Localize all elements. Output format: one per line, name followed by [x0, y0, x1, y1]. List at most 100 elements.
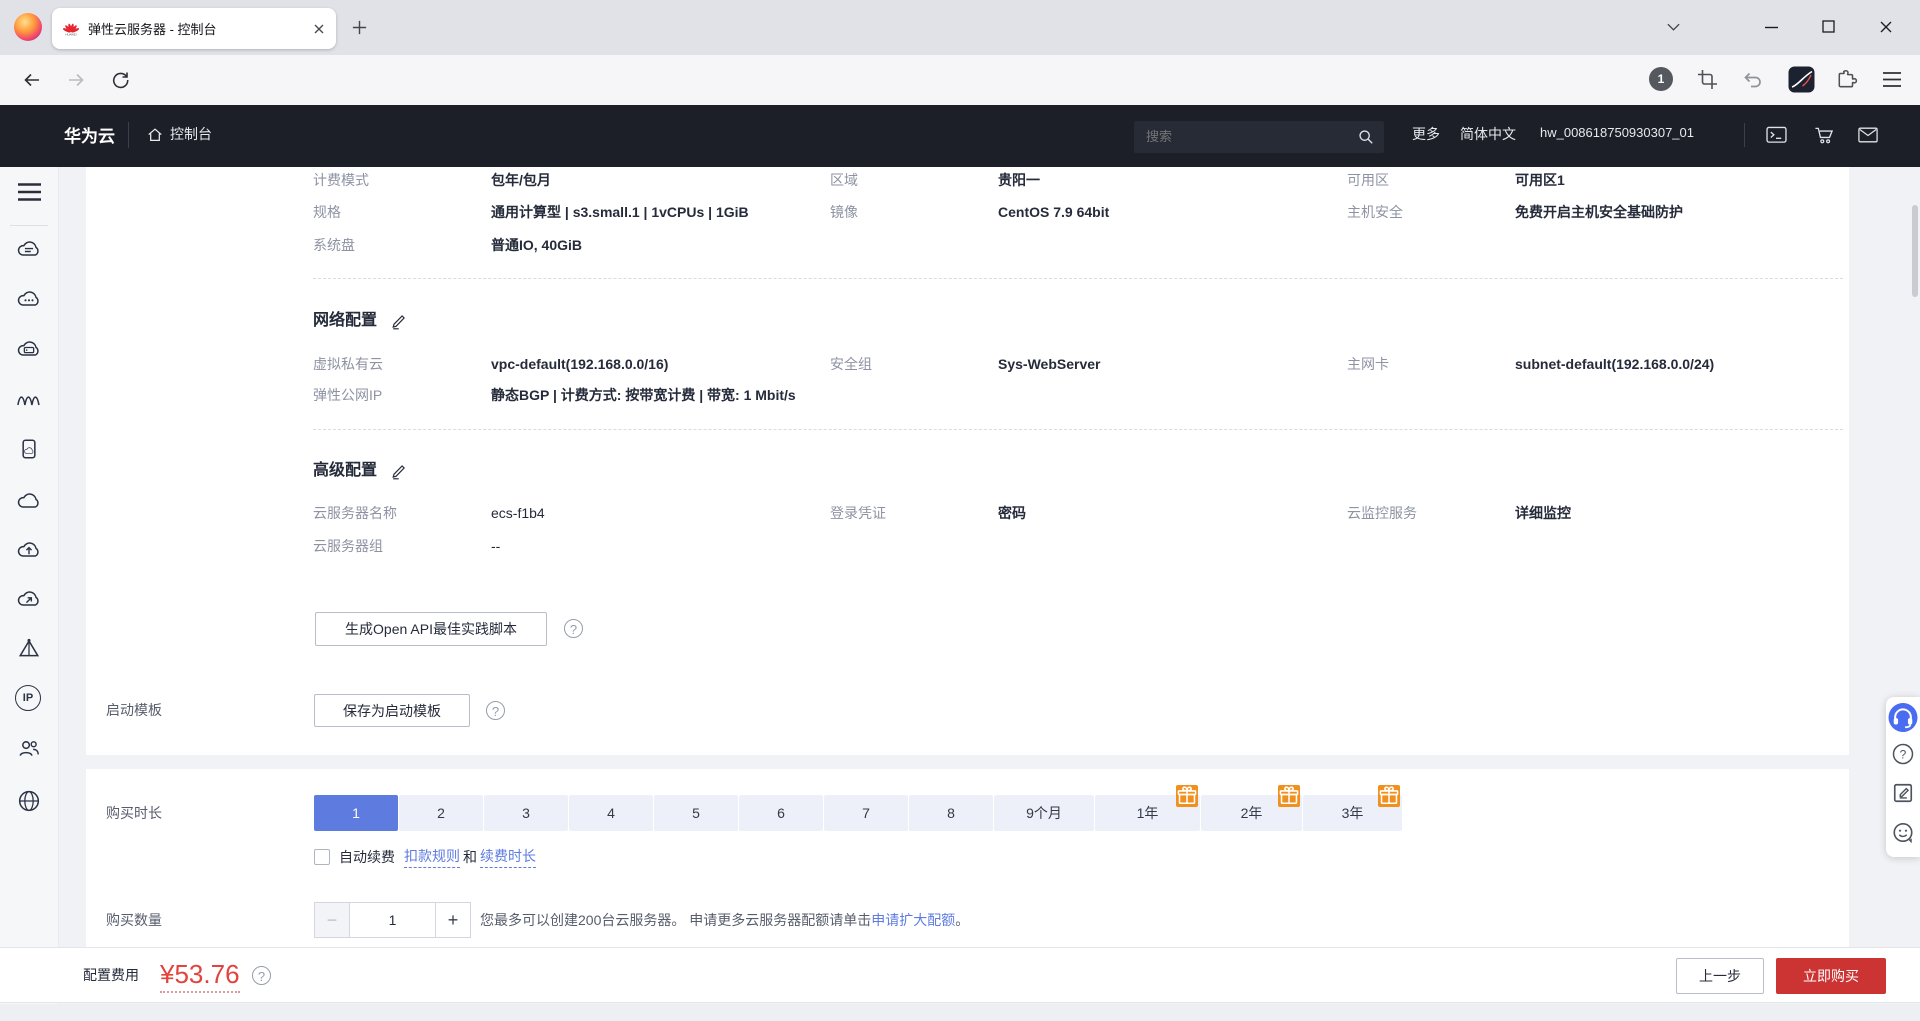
cost-help-icon[interactable]: ? — [252, 966, 271, 985]
generate-openapi-button[interactable]: 生成Open API最佳实践脚本 — [315, 612, 547, 646]
duration-option-9m[interactable]: 9个月 — [994, 795, 1094, 831]
duration-option-5m[interactable]: 5 — [654, 795, 738, 831]
browser-tab[interactable]: HUAWEI 弹性云服务器 - 控制台 — [52, 8, 336, 49]
header-search[interactable] — [1134, 121, 1384, 153]
renewal-duration-link[interactable]: 续费时长 — [480, 846, 536, 868]
edit-advanced-icon[interactable] — [390, 462, 408, 480]
save-launch-template-button[interactable]: 保存为启动模板 — [314, 694, 470, 727]
duration-option-1y[interactable]: 1年 — [1095, 785, 1200, 831]
tab-favicon-huawei: HUAWEI — [62, 21, 80, 36]
extension-badge[interactable]: 1 — [1649, 67, 1673, 91]
header-language[interactable]: 简体中文 — [1460, 124, 1516, 144]
field-value: 包年/包月 — [491, 172, 551, 188]
sidebar-item-global-network[interactable] — [15, 788, 43, 816]
field-label: 规格 — [313, 204, 341, 220]
autorenew-label: 自动续费 — [339, 849, 395, 865]
forward-icon[interactable] — [66, 70, 86, 90]
buy-now-button[interactable]: 立即购买 — [1776, 958, 1886, 994]
footer-bar: 配置费用 ¥53.76 ? 上一步 立即购买 — [0, 947, 1920, 1003]
quantity-increase-button[interactable]: + — [435, 903, 470, 937]
search-input[interactable] — [1134, 121, 1346, 151]
firefox-icon[interactable] — [14, 13, 42, 41]
quantity-input[interactable] — [350, 903, 435, 937]
cart-icon[interactable] — [1814, 126, 1834, 145]
duration-option-2m[interactable]: 2 — [399, 795, 483, 831]
console-header: HUAWEI 华为云 控制台 更多 简体中文 hw_00861875093030… — [0, 105, 1920, 242]
field-label: 云服务器组 — [313, 538, 383, 554]
duration-option-4m[interactable]: 4 — [569, 795, 653, 831]
autorenew-joiner: 和 — [463, 849, 477, 865]
duration-option-8m[interactable]: 8 — [909, 795, 993, 831]
sidebar-item-cloud-dots[interactable] — [15, 286, 43, 314]
home-icon[interactable] — [146, 126, 164, 144]
brand-name[interactable]: 华为云 — [64, 122, 115, 147]
field-value: ecs-f1b4 — [491, 505, 545, 521]
duration-label: 购买时长 — [106, 805, 162, 821]
previous-step-button[interactable]: 上一步 — [1676, 958, 1764, 994]
sidebar-item-image-service[interactable] — [15, 437, 43, 465]
sidebar-item-elastic-ip[interactable]: IP — [15, 685, 41, 711]
config-summary-card: 计费模式 包年/包月 区域 贵阳一 可用区 可用区1 规格 通用计算型 | s3… — [86, 167, 1849, 755]
scrollbar-thumb[interactable] — [1912, 205, 1918, 297]
sidebar-menu-icon[interactable] — [17, 182, 42, 202]
nav-console[interactable]: 控制台 — [170, 124, 212, 144]
field-label: 可用区 — [1347, 172, 1389, 188]
openapi-help-icon[interactable]: ? — [564, 619, 583, 638]
edit-network-icon[interactable] — [390, 312, 408, 330]
field-value: -- — [491, 538, 501, 554]
extensions-puzzle-icon[interactable] — [1836, 68, 1858, 90]
reload-icon[interactable] — [110, 70, 130, 90]
sidebar-item-identity-users[interactable] — [15, 735, 43, 763]
satisfaction-smiley-icon[interactable] — [1892, 821, 1915, 844]
header-divider-2 — [1744, 123, 1745, 147]
window-maximize-button[interactable] — [1822, 20, 1835, 33]
mail-icon[interactable] — [1858, 127, 1878, 143]
sidebar-item-auto-scaling[interactable] — [15, 386, 43, 414]
tab-close-icon[interactable] — [312, 22, 326, 36]
customer-service-icon[interactable] — [1888, 703, 1918, 732]
sidebar-item-cloud-pointer[interactable] — [15, 586, 43, 614]
gift-icon — [1176, 785, 1198, 807]
duration-option-1m[interactable]: 1 — [314, 795, 398, 831]
search-icon[interactable] — [1358, 129, 1374, 145]
duration-option-3m[interactable]: 3 — [484, 795, 568, 831]
new-tab-button[interactable] — [351, 19, 368, 36]
sidebar-item-cloud-upload[interactable] — [15, 537, 43, 565]
screen: HUAWEI 弹性云服务器 - 控制台 1 华为云 控制台 搜索 更多 简体中文… — [0, 0, 1920, 1021]
launch-template-help-icon[interactable]: ? — [486, 701, 505, 720]
autorenew-checkbox[interactable] — [314, 849, 330, 865]
menu-hamburger-icon[interactable] — [1882, 71, 1902, 88]
undo-arrow-icon[interactable] — [1742, 70, 1764, 89]
field-value: CentOS 7.9 64bit — [998, 204, 1110, 220]
header-more[interactable]: 更多 — [1412, 124, 1440, 144]
window-close-button[interactable] — [1879, 20, 1893, 34]
field-label: 计费模式 — [313, 172, 369, 188]
duration-option-2y[interactable]: 2年 — [1201, 785, 1302, 831]
window-minimize-button[interactable] — [1765, 26, 1778, 29]
quantity-label: 购买数量 — [106, 912, 162, 928]
console-terminal-icon[interactable] — [1766, 126, 1787, 144]
expand-quota-link[interactable]: 申请扩大配额 — [871, 912, 955, 928]
section-title-network: 网络配置 — [313, 312, 378, 329]
section-divider — [313, 278, 1843, 279]
sidebar-item-bare-metal-cloud[interactable] — [15, 336, 43, 364]
extension-dark-icon[interactable] — [1788, 66, 1815, 93]
help-icon[interactable]: ? — [1891, 742, 1915, 766]
quantity-decrease-button[interactable]: − — [315, 903, 350, 937]
duration-option-7m[interactable]: 7 — [824, 795, 908, 831]
back-icon[interactable] — [22, 70, 42, 90]
duration-options: 1 2 3 4 5 6 7 8 9个月 1年 2年 3年 — [314, 785, 1403, 831]
sidebar-item-elastic-cloud-server[interactable] — [15, 236, 43, 264]
duration-option-3y[interactable]: 3年 — [1303, 785, 1402, 831]
launch-template-label: 启动模板 — [106, 702, 162, 718]
sidebar-item-dedicated-host[interactable] — [15, 635, 43, 663]
screenshot-crop-icon[interactable] — [1697, 69, 1718, 90]
account-id[interactable]: hw_008618750930307_01 — [1540, 125, 1694, 140]
field-label: 主机安全 — [1347, 204, 1403, 220]
sidebar-item-plain-cloud[interactable] — [15, 488, 43, 516]
deduction-rules-link[interactable]: 扣款规则 — [404, 846, 460, 868]
tab-list-chevron-icon[interactable] — [1666, 21, 1681, 33]
feedback-icon[interactable] — [1892, 782, 1914, 804]
field-value: 静态BGP | 计费方式: 按带宽计费 | 带宽: 1 Mbit/s — [491, 387, 796, 403]
duration-option-6m[interactable]: 6 — [739, 795, 823, 831]
